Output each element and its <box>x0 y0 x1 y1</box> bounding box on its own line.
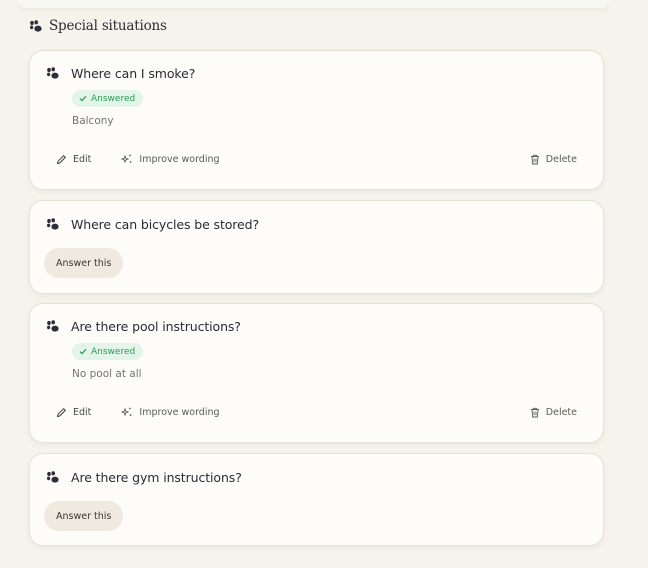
edit-label: Edit <box>73 406 92 418</box>
section-header: Special situations <box>29 18 167 34</box>
edit-label: Edit <box>73 153 92 165</box>
answer-text: Balcony <box>72 115 114 127</box>
check-icon <box>79 95 87 102</box>
edit-button[interactable]: Edit <box>56 154 91 165</box>
edit-button[interactable]: Edit <box>56 407 91 418</box>
question-card: Are there gym instructions? Answer this <box>29 453 604 546</box>
check-icon <box>79 348 87 355</box>
paw-icon <box>46 218 60 231</box>
improve-wording-button[interactable]: Improve wording <box>121 153 220 165</box>
improve-label: Improve wording <box>139 153 220 165</box>
paw-icon <box>46 471 60 484</box>
delete-label: Delete <box>545 153 577 165</box>
trash-icon <box>530 407 540 418</box>
trash-icon <box>530 154 540 165</box>
sparkle-icon <box>121 406 133 418</box>
answer-this-button[interactable]: Answer this <box>44 248 124 278</box>
question-card: Are there pool instructions? Answered No… <box>29 303 604 443</box>
card-actions: Edit Improve wording Delete <box>56 406 577 418</box>
paw-icon <box>46 67 60 80</box>
section-title: Special situations <box>49 18 167 34</box>
question-text: Are there pool instructions? <box>71 319 241 334</box>
paw-icon <box>29 19 43 33</box>
answer-this-button[interactable]: Answer this <box>44 501 124 531</box>
answered-badge: Answered <box>72 343 144 360</box>
badge-label: Answered <box>91 93 136 104</box>
improve-wording-button[interactable]: Improve wording <box>121 406 220 418</box>
badge-label: Answered <box>91 346 136 357</box>
question-text: Are there gym instructions? <box>71 470 242 485</box>
question-text: Where can bicycles be stored? <box>71 217 260 232</box>
question-card: Where can bicycles be stored? Answer thi… <box>29 200 604 294</box>
delete-button[interactable]: Delete <box>530 154 577 165</box>
delete-label: Delete <box>545 406 577 418</box>
answered-badge: Answered <box>72 90 144 107</box>
previous-section-edge <box>18 0 610 8</box>
paw-icon <box>46 320 60 333</box>
answer-text: No pool at all <box>72 368 142 380</box>
question-card: Where can I smoke? Answered Balcony Edit… <box>29 50 604 190</box>
pencil-icon <box>56 154 67 165</box>
sparkle-icon <box>121 153 133 165</box>
question-text: Where can I smoke? <box>71 66 196 81</box>
card-actions: Edit Improve wording Delete <box>56 153 577 165</box>
improve-label: Improve wording <box>139 406 220 418</box>
delete-button[interactable]: Delete <box>530 407 577 418</box>
pencil-icon <box>56 407 67 418</box>
